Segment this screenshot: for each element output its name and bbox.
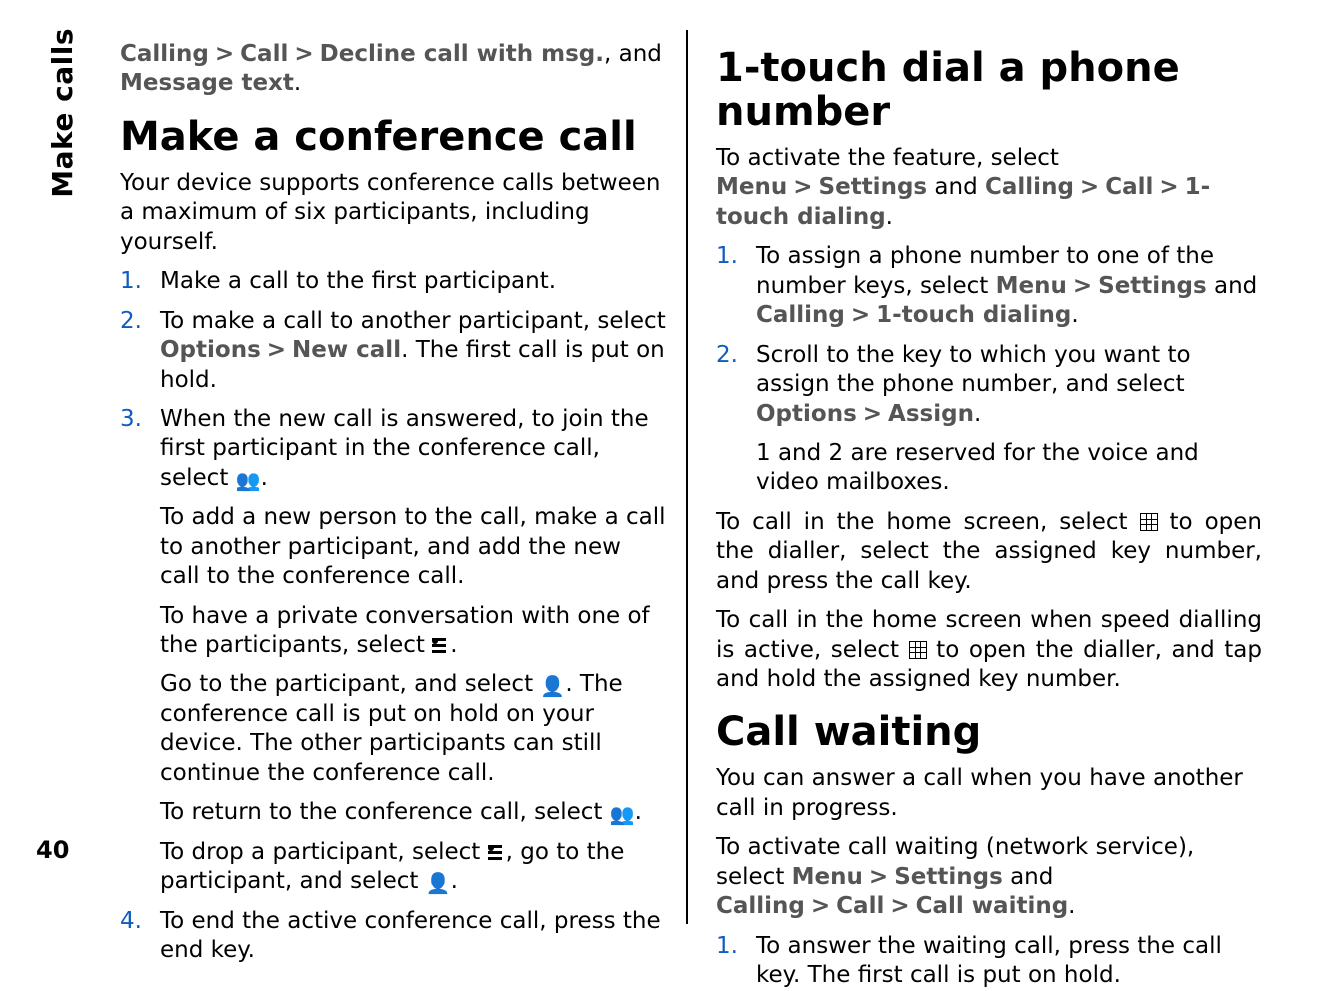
conference-steps: Make a call to the first participant. To… <box>120 267 666 965</box>
ot2-sub: 1 and 2 are reserved for the voice and v… <box>756 439 1262 498</box>
crumb-decline: Decline call with msg. <box>320 41 604 67</box>
conference-icon: 👥 <box>610 804 635 824</box>
sub3-text-a: Go to the participant, and select <box>160 671 540 697</box>
crumb-call: Call <box>836 893 884 919</box>
participant-list-icon <box>488 845 506 861</box>
chevron-icon: > <box>209 41 240 67</box>
crumb-1touch: 1-touch dialing <box>876 302 1071 328</box>
w2-and: and <box>1003 864 1054 890</box>
sub5-text-a: To drop a participant, select <box>160 839 488 865</box>
intro-breadcrumb: Calling>Call>Decline call with msg., and… <box>120 40 666 99</box>
right-column: 1-touch dial a phone number To activate … <box>686 30 1282 924</box>
step-4: To end the active conference call, press… <box>120 907 666 966</box>
step-4-text: To end the active conference call, press… <box>160 908 661 963</box>
ui-new-call: New call <box>292 337 401 363</box>
crumb-calling: Calling <box>756 302 845 328</box>
ot-step-1: To assign a phone number to one of the n… <box>716 242 1262 330</box>
chevron-icon: > <box>845 302 876 328</box>
page-number: 40 <box>36 836 69 864</box>
chevron-icon: > <box>805 893 836 919</box>
chevron-icon: > <box>857 401 888 427</box>
step-3-sub5: To drop a participant, select , go to th… <box>160 838 666 897</box>
step-3-period: . <box>261 465 268 491</box>
crumb-call: Call <box>1105 174 1153 200</box>
intro-and: , and <box>604 41 662 67</box>
w1-text: To answer the waiting call, press the ca… <box>756 933 1222 988</box>
conference-icon: 👥 <box>236 470 261 490</box>
step-2: To make a call to another participant, s… <box>120 307 666 395</box>
ui-menu: Menu <box>792 864 863 890</box>
manual-page: Make calls 40 Calling>Call>Decline call … <box>0 0 1322 954</box>
crumb-message-text: Message text <box>120 70 294 96</box>
chevron-icon: > <box>1153 174 1184 200</box>
participant-list-icon <box>432 638 450 654</box>
heading-conference: Make a conference call <box>120 115 666 159</box>
step-3-sub3: Go to the participant, and select 👤. The… <box>160 670 666 788</box>
onetouch-p4: To call in the home screen when speed di… <box>716 606 1262 694</box>
ui-settings: Settings <box>894 864 1003 890</box>
ui-options: Options <box>160 337 261 363</box>
w2-period: . <box>1068 893 1075 919</box>
left-column: Calling>Call>Decline call with msg., and… <box>80 30 686 924</box>
ui-menu: Menu <box>996 273 1067 299</box>
crumb-calling: Calling <box>716 893 805 919</box>
ui-assign: Assign <box>888 401 974 427</box>
ui-menu: Menu <box>716 174 787 200</box>
step-3: When the new call is answered, to join t… <box>120 405 666 897</box>
step-2-text-a: To make a call to another participant, s… <box>160 308 666 334</box>
crumb-call-waiting: Call waiting <box>916 893 1069 919</box>
intro-period: . <box>294 70 301 96</box>
step-3-sub4: To return to the conference call, select… <box>160 798 666 827</box>
chevron-icon: > <box>884 893 915 919</box>
private-call-icon: 👤 <box>540 676 565 696</box>
ot-step-2: Scroll to the key to which you want to a… <box>716 341 1262 498</box>
lead-and: and <box>927 174 985 200</box>
sub2-period: . <box>450 632 457 658</box>
ui-settings: Settings <box>819 174 928 200</box>
chevron-icon: > <box>261 337 292 363</box>
lead-a: To activate the feature, select <box>716 145 1059 171</box>
section-tab: Make calls <box>46 28 79 198</box>
crumb-calling: Calling <box>985 174 1074 200</box>
step-3-sub1: To add a new person to the call, make a … <box>160 503 666 591</box>
dialler-icon <box>1140 513 1158 531</box>
sub4-text: To return to the conference call, select <box>160 799 610 825</box>
p3-a: To call in the home screen, select <box>716 509 1140 535</box>
crumb-calling: Calling <box>120 41 209 67</box>
heading-onetouch: 1-touch dial a phone number <box>716 46 1262 134</box>
onetouch-lead: To activate the feature, select Menu>Set… <box>716 144 1262 232</box>
dialler-icon <box>909 641 927 659</box>
onetouch-steps: To assign a phone number to one of the n… <box>716 242 1262 498</box>
step-3-text-a: When the new call is answered, to join t… <box>160 406 649 491</box>
lead-period: . <box>886 204 893 230</box>
ui-settings: Settings <box>1098 273 1207 299</box>
step-1: Make a call to the first participant. <box>120 267 666 296</box>
waiting-steps: To answer the waiting call, press the ca… <box>716 932 1262 991</box>
waiting-p2: To activate call waiting (network servic… <box>716 833 1262 921</box>
step-3-sub2: To have a private conversation with one … <box>160 602 666 661</box>
ui-options: Options <box>756 401 857 427</box>
chevron-icon: > <box>787 174 818 200</box>
step-1-text: Make a call to the first participant. <box>160 268 556 294</box>
crumb-call: Call <box>240 41 288 67</box>
sub2-text: To have a private conversation with one … <box>160 603 650 658</box>
drop-participant-icon: 👤 <box>426 873 451 893</box>
ot2-period: . <box>974 401 981 427</box>
chevron-icon: > <box>1074 174 1105 200</box>
ot2-a: Scroll to the key to which you want to a… <box>756 342 1191 397</box>
chevron-icon: > <box>1067 273 1098 299</box>
chevron-icon: > <box>288 41 319 67</box>
onetouch-p3: To call in the home screen, select to op… <box>716 508 1262 596</box>
ot1-period: . <box>1071 302 1078 328</box>
sub5-period: . <box>451 868 458 894</box>
waiting-lead: You can answer a call when you have anot… <box>716 764 1262 823</box>
sub4-period: . <box>635 799 642 825</box>
chevron-icon: > <box>863 864 894 890</box>
conference-lead: Your device supports conference calls be… <box>120 169 666 257</box>
ot1-and: and <box>1207 273 1258 299</box>
heading-call-waiting: Call waiting <box>716 710 1262 754</box>
w-step-1: To answer the waiting call, press the ca… <box>716 932 1262 991</box>
two-column-layout: Calling>Call>Decline call with msg., and… <box>80 30 1282 924</box>
